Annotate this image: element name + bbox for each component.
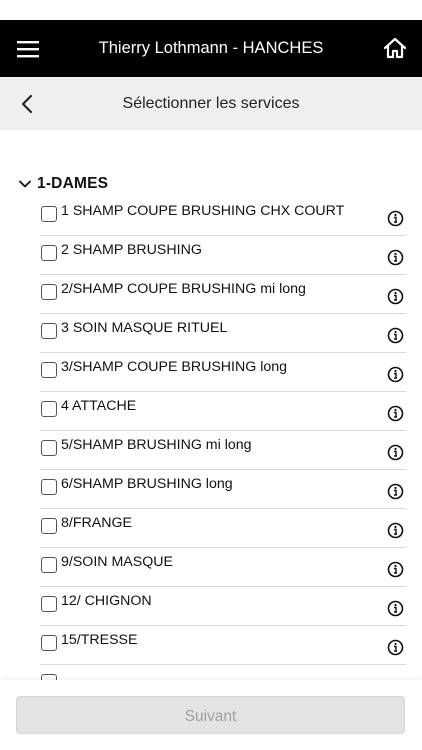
page-title: Thierry Lothmann - HANCHES — [98, 39, 324, 57]
info-icon[interactable] — [387, 210, 404, 227]
service-label: 8/FRANGE — [61, 515, 132, 531]
service-checkbox[interactable] — [41, 245, 57, 261]
list-item[interactable]: 8/FRANGE — [40, 509, 406, 548]
group-label: 1-DAMES — [37, 175, 109, 192]
list-item[interactable]: 12/ CHIGNON — [40, 587, 406, 626]
service-checkbox[interactable] — [41, 284, 57, 300]
info-icon[interactable] — [387, 522, 404, 539]
service-label: 2/SHAMP COUPE BRUSHING mi long — [61, 281, 306, 297]
info-icon[interactable] — [387, 288, 404, 305]
service-checkbox[interactable] — [41, 596, 57, 612]
info-icon[interactable] — [387, 366, 404, 383]
footer-bar: Suivant — [0, 680, 422, 750]
app-header: Thierry Lothmann - HANCHES — [0, 20, 422, 77]
service-checkbox[interactable] — [41, 323, 57, 339]
service-checkbox[interactable] — [41, 440, 57, 456]
service-label: 6/SHAMP BRUSHING long — [61, 476, 233, 492]
service-label: 2 SHAMP BRUSHING — [61, 242, 202, 258]
list-item[interactable]: 2/SHAMP COUPE BRUSHING mi long — [40, 275, 406, 314]
service-items: 1 SHAMP COUPE BRUSHING CHX COURT 2 SHAMP… — [40, 197, 406, 680]
chevron-left-icon[interactable] — [18, 93, 38, 115]
list-item[interactable]: 1 SHAMP COUPE BRUSHING CHX COURT — [40, 197, 406, 236]
chevron-down-icon — [19, 180, 31, 188]
info-icon[interactable] — [387, 405, 404, 422]
service-label: 12/ CHIGNON — [61, 593, 152, 609]
info-icon[interactable] — [387, 600, 404, 617]
group-header-dames[interactable]: 1-DAMES — [18, 173, 108, 195]
info-icon[interactable] — [387, 483, 404, 500]
service-checkbox[interactable] — [41, 362, 57, 378]
next-button[interactable]: Suivant — [16, 696, 405, 734]
list-item[interactable]: 2 SHAMP BRUSHING — [40, 236, 406, 275]
info-icon[interactable] — [387, 327, 404, 344]
service-label: 9/SOIN MASQUE — [61, 554, 173, 570]
service-label: 5/SHAMP BRUSHING mi long — [61, 437, 252, 453]
list-item[interactable]: 15/TRESSE — [40, 626, 406, 665]
service-checkbox[interactable] — [41, 479, 57, 495]
list-item[interactable] — [40, 665, 406, 680]
service-label: 3/SHAMP COUPE BRUSHING long — [61, 359, 288, 375]
subheader-title: Sélectionner les services — [122, 95, 300, 112]
list-item[interactable]: 3 SOIN MASQUE RITUEL — [40, 314, 406, 353]
list-item[interactable]: 9/SOIN MASQUE — [40, 548, 406, 587]
service-checkbox[interactable] — [41, 401, 57, 417]
service-checkbox[interactable] — [41, 635, 57, 651]
service-label: 1 SHAMP COUPE BRUSHING CHX COURT — [61, 203, 345, 219]
service-label: 15/TRESSE — [61, 632, 138, 648]
home-icon[interactable] — [382, 35, 408, 61]
service-label: 4 ATTACHE — [61, 398, 137, 414]
subheader: Sélectionner les services — [0, 77, 422, 130]
service-checkbox[interactable] — [41, 518, 57, 534]
info-icon[interactable] — [387, 639, 404, 656]
list-item[interactable]: 6/SHAMP BRUSHING long — [40, 470, 406, 509]
info-icon[interactable] — [387, 444, 404, 461]
list-item[interactable]: 5/SHAMP BRUSHING mi long — [40, 431, 406, 470]
info-icon[interactable] — [387, 249, 404, 266]
service-checkbox[interactable] — [41, 557, 57, 573]
service-label: 3 SOIN MASQUE RITUEL — [61, 320, 228, 336]
services-list: 1-DAMES 1 SHAMP COUPE BRUSHING CHX COURT… — [0, 130, 422, 680]
list-item[interactable]: 4 ATTACHE — [40, 392, 406, 431]
hamburger-menu-icon[interactable] — [15, 38, 41, 60]
list-item[interactable]: 3/SHAMP COUPE BRUSHING long — [40, 353, 406, 392]
info-icon[interactable] — [387, 561, 404, 578]
service-checkbox[interactable] — [41, 206, 57, 222]
